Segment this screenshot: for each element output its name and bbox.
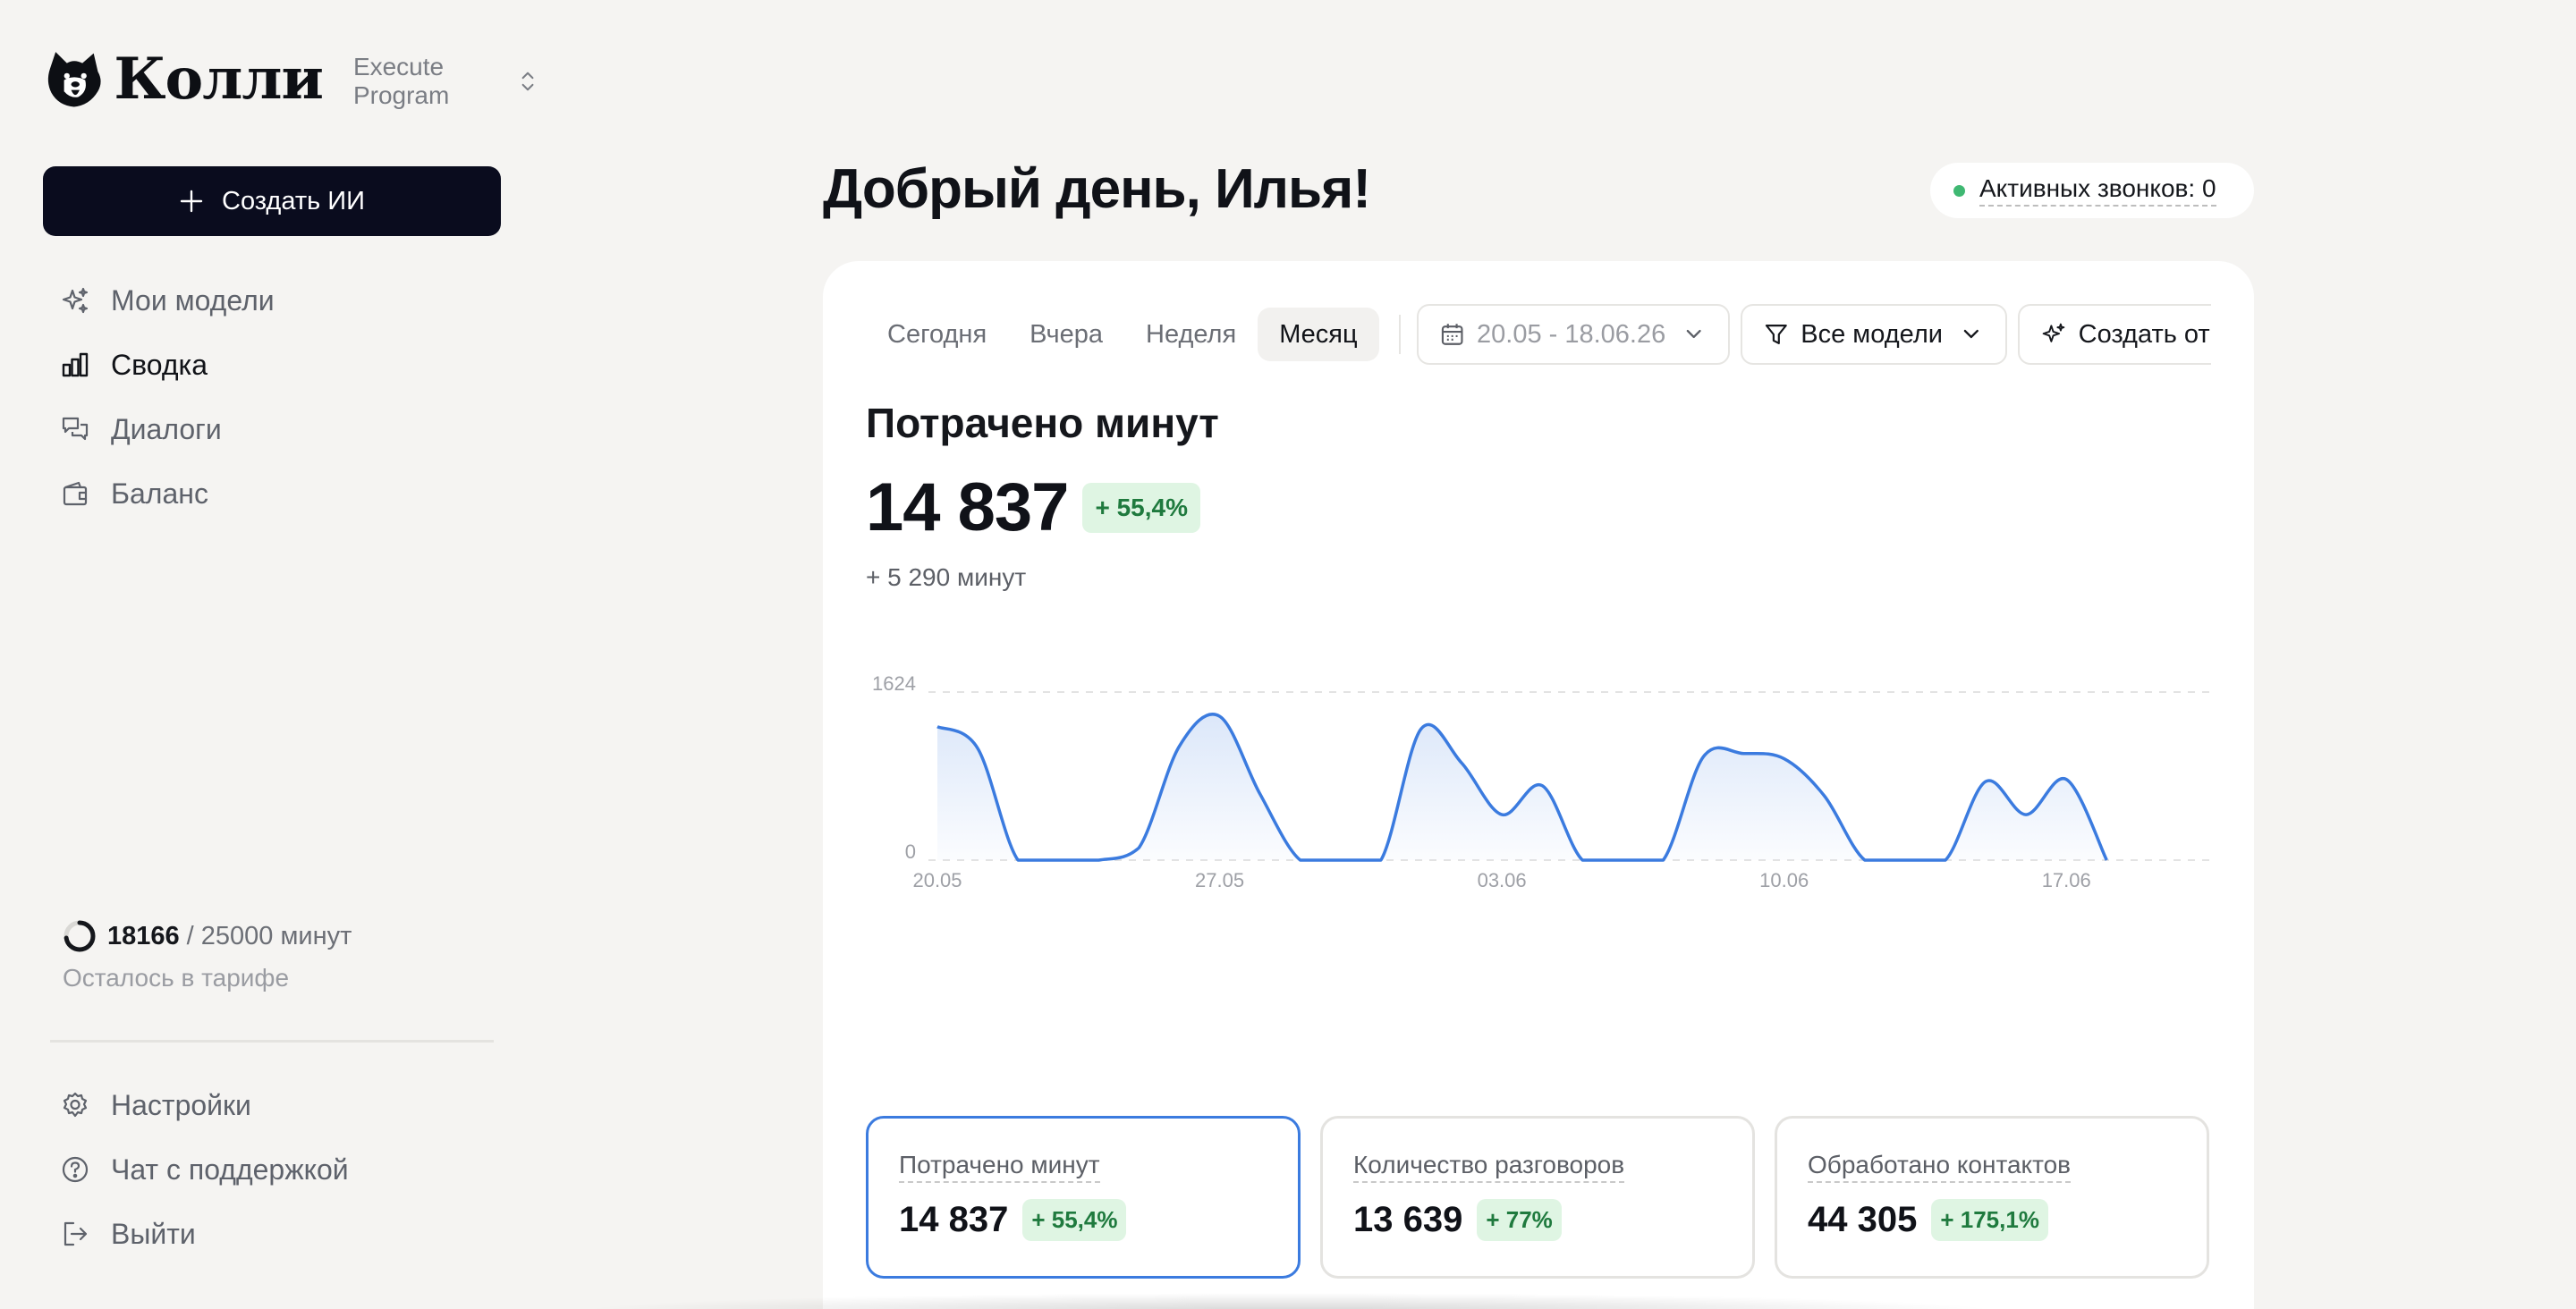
stat-cards: Потрачено минут 14 837 + 55,4% Количеств… bbox=[866, 1116, 2209, 1279]
stat-change-badge: + 175,1% bbox=[1931, 1199, 2048, 1241]
status-dot bbox=[1953, 184, 1965, 197]
workspace-name: Execute Program bbox=[352, 53, 450, 109]
active-calls-badge[interactable]: Активных звонков: 0 bbox=[1930, 163, 2254, 218]
chat-icon bbox=[62, 417, 89, 441]
nav-label: Диалоги bbox=[111, 412, 222, 445]
tab-today[interactable]: Сегодня bbox=[866, 308, 1008, 361]
models-filter-value: Все модели bbox=[1801, 319, 1943, 349]
create-ai-label: Создать ИИ bbox=[222, 186, 365, 215]
usage-subtitle: Осталось в тарифе bbox=[63, 964, 290, 992]
nav-item-logout[interactable]: Выйти bbox=[43, 1202, 508, 1266]
date-range-value: 20.05 - 18.06.26 bbox=[1477, 319, 1666, 349]
stat-label: Количество разговоров bbox=[1353, 1151, 1625, 1183]
y-tick-label: 1624 bbox=[872, 672, 916, 695]
chevron-down-icon bbox=[1963, 329, 1979, 339]
wallet-icon bbox=[63, 481, 88, 506]
stat-value: 13 639 bbox=[1353, 1200, 1463, 1239]
sidebar: Колли Execute Program Создать ИИ Мои мод… bbox=[0, 0, 537, 1309]
metric-value: 14 837 bbox=[866, 469, 1069, 545]
bottom-nav: Настройки Чат с поддержкой Выйти bbox=[43, 1073, 508, 1266]
x-tick-label: 20.05 bbox=[912, 869, 962, 891]
usage-total: / 25000 минут bbox=[186, 921, 352, 950]
sparkles-icon bbox=[2042, 323, 2064, 342]
stat-card-contacts[interactable]: Обработано контактов 44 305 + 175,1% bbox=[1775, 1116, 2209, 1279]
stat-card-conversations[interactable]: Количество разговоров 13 639 + 77% bbox=[1320, 1116, 1755, 1279]
x-tick-label: 27.05 bbox=[1195, 869, 1244, 891]
tab-yesterday[interactable]: Вчера bbox=[1008, 308, 1124, 361]
tab-week[interactable]: Неделя bbox=[1124, 308, 1258, 361]
brand: Колли Execute Program bbox=[43, 39, 537, 118]
stat-label: Потрачено минут bbox=[899, 1151, 1100, 1183]
nav-label: Баланс bbox=[111, 477, 208, 510]
date-range-picker[interactable]: 20.05 - 18.06.26 bbox=[1416, 304, 1730, 365]
series-area bbox=[937, 714, 2107, 860]
stat-value: 44 305 bbox=[1808, 1200, 1918, 1239]
filter-icon bbox=[1765, 325, 1787, 344]
workspace-switcher[interactable]: Execute Program bbox=[353, 53, 537, 110]
nav-item-support[interactable]: Чат с поддержкой bbox=[43, 1137, 508, 1202]
nav-label: Чат с поддержкой bbox=[111, 1153, 349, 1186]
usage-used: 18166 bbox=[107, 921, 180, 950]
stat-value: 14 837 bbox=[899, 1200, 1009, 1239]
create-report-button[interactable]: Создать отчет bbox=[2017, 304, 2211, 365]
nav-item-settings[interactable]: Настройки bbox=[43, 1073, 508, 1137]
nav-item-balance[interactable]: Баланс bbox=[43, 461, 508, 526]
chevron-down-icon bbox=[1686, 329, 1701, 339]
stat-change-badge: + 77% bbox=[1477, 1199, 1562, 1241]
minutes-area-chart: 1624 0 20.05 27.05 03.06 10.06 17.06 bbox=[872, 672, 2211, 891]
stat-card-minutes[interactable]: Потрачено минут 14 837 + 55,4% bbox=[866, 1116, 1301, 1279]
create-report-label: Создать отчет bbox=[2078, 319, 2211, 349]
metric-row: 14 837 + 55,4% bbox=[866, 469, 1200, 546]
stat-change-badge: + 55,4% bbox=[1022, 1199, 1127, 1241]
nav-item-models[interactable]: Мои модели bbox=[43, 268, 508, 333]
nav-label: Мои модели bbox=[111, 283, 275, 317]
nav-item-summary[interactable]: Сводка bbox=[43, 333, 508, 397]
x-tick-label: 03.06 bbox=[1478, 869, 1527, 891]
stat-label: Обработано контактов bbox=[1808, 1151, 2072, 1183]
summary-card: Сегодня Вчера Неделя Месяц 20.05 - 18.06… bbox=[823, 261, 2254, 1309]
gear-icon bbox=[63, 1092, 88, 1118]
nav-item-dialogs[interactable]: Диалоги bbox=[43, 397, 508, 461]
usage-ring bbox=[64, 920, 96, 952]
plus-icon bbox=[180, 190, 203, 213]
nav-label: Выйти bbox=[111, 1217, 196, 1250]
metric-delta: + 5 290 минут bbox=[866, 563, 1027, 591]
help-icon bbox=[62, 1156, 89, 1183]
models-filter[interactable]: Все модели bbox=[1740, 304, 2007, 365]
page-title: Добрый день, Илья! bbox=[823, 158, 1371, 220]
x-tick-label: 10.06 bbox=[1759, 869, 1809, 891]
usage-meter: 18166 / 25000 минут Осталось в тарифе bbox=[63, 919, 352, 992]
logout-icon bbox=[64, 1221, 88, 1246]
sidebar-divider bbox=[50, 1040, 494, 1043]
bar-chart-icon bbox=[62, 352, 89, 377]
toolbar-divider bbox=[1398, 315, 1401, 354]
metric-change-badge: + 55,4% bbox=[1082, 482, 1200, 533]
y-tick-label: 0 bbox=[905, 840, 916, 863]
tab-month[interactable]: Месяц bbox=[1258, 308, 1379, 361]
metric-title: Потрачено минут bbox=[866, 400, 1219, 446]
window-shadow bbox=[572, 1293, 2004, 1309]
brand-name: Колли bbox=[114, 45, 324, 113]
active-calls-label: Активных звонков: 0 bbox=[1979, 174, 2216, 207]
nav-label: Настройки bbox=[111, 1088, 251, 1121]
sparkles-icon bbox=[62, 287, 89, 314]
x-tick-label: 17.06 bbox=[2042, 869, 2091, 891]
toolbar: Сегодня Вчера Неделя Месяц 20.05 - 18.06… bbox=[866, 304, 2211, 365]
nav-label: Сводка bbox=[111, 348, 208, 381]
chevron-up-down-icon bbox=[521, 72, 534, 91]
main-nav: Мои модели Сводка Диалоги Баланс bbox=[43, 268, 508, 526]
calendar-icon bbox=[1441, 324, 1463, 345]
collie-logo-icon bbox=[47, 52, 101, 107]
create-ai-button[interactable]: Создать ИИ bbox=[43, 166, 501, 236]
